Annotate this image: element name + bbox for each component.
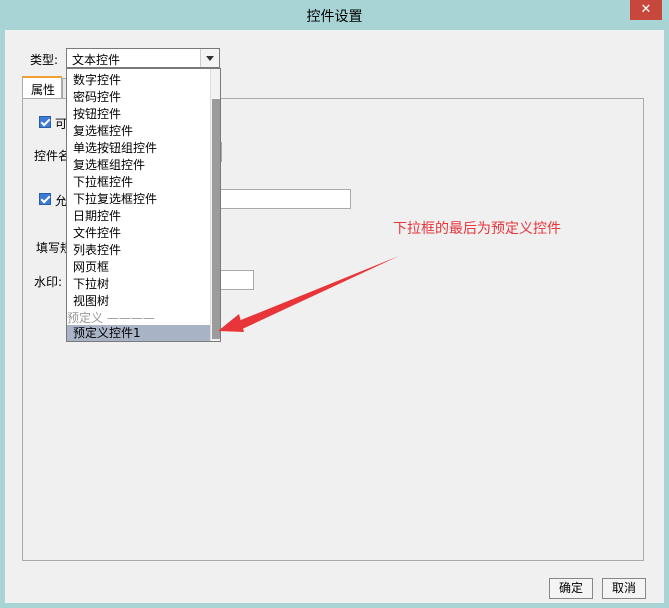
ok-button[interactable]: 确定 — [549, 578, 593, 599]
annotation-arrow-icon — [218, 256, 399, 332]
cancel-button[interactable]: 取消 — [602, 578, 646, 599]
